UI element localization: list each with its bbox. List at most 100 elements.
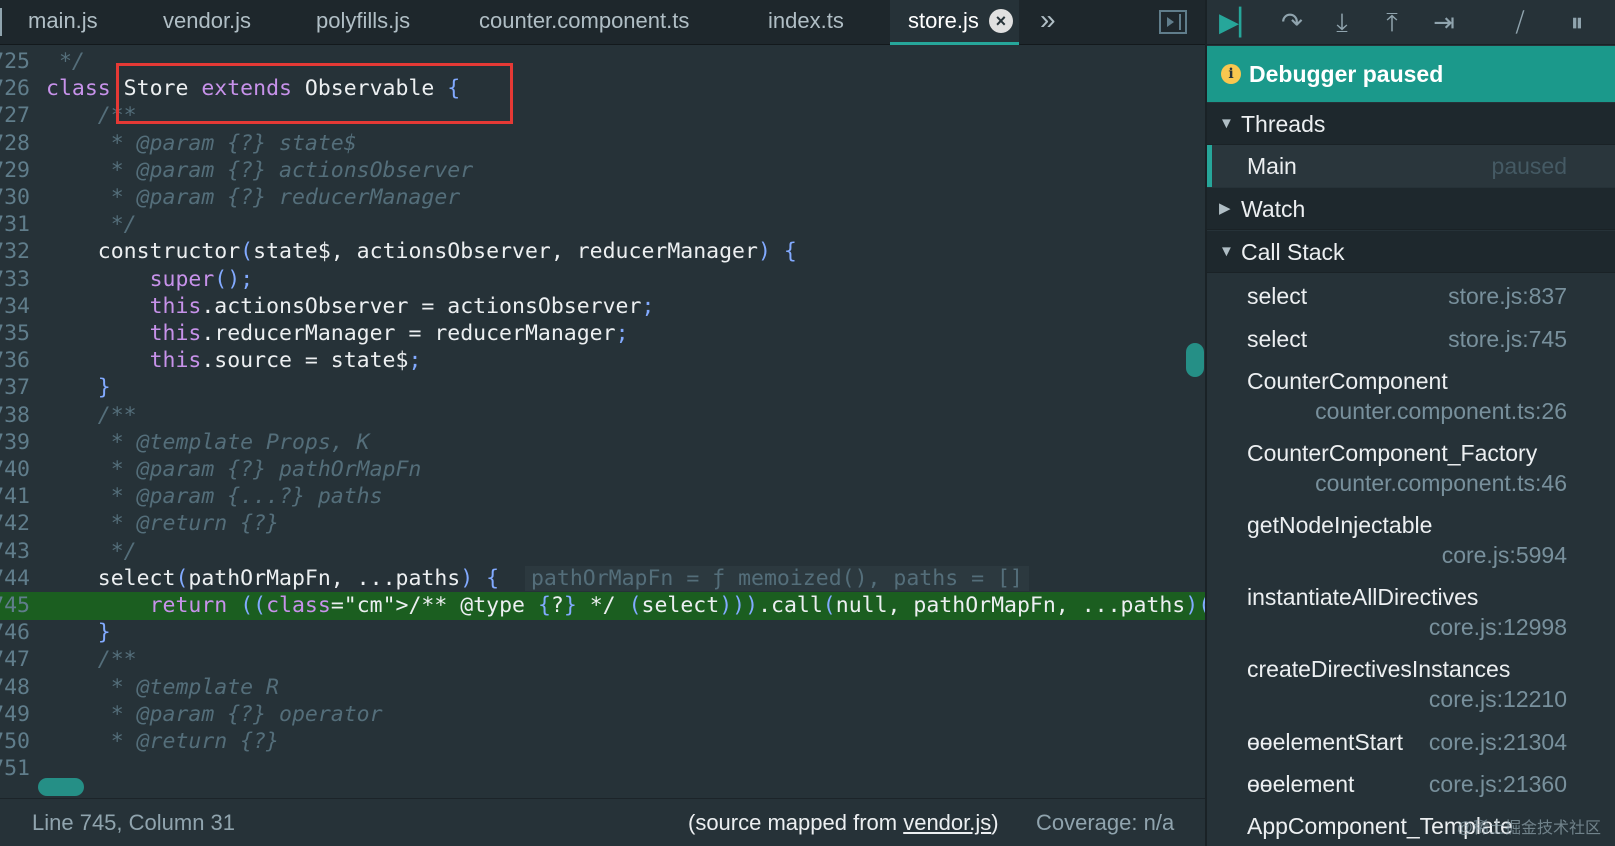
call-frame[interactable]: getNodeInjectable core.js:5994	[1207, 510, 1615, 570]
code-editor[interactable]: 725 */726class Store extends Observable …	[0, 46, 1205, 798]
code-line[interactable]: 739 * @template Props, K	[0, 429, 1205, 457]
call-frame[interactable]: CounterComponent_Factory counter.compone…	[1207, 438, 1615, 498]
watermark: @稀土掘金技术社区	[1456, 820, 1601, 837]
line-number[interactable]: 729	[0, 157, 30, 185]
code-line[interactable]: 741 * @param {...?} paths	[0, 483, 1205, 511]
call-frame[interactable]: instantiateAllDirectives core.js:12998	[1207, 582, 1615, 642]
line-number[interactable]: 749	[0, 701, 30, 729]
vertical-scrollbar-thumb[interactable]	[1186, 343, 1204, 377]
code-line[interactable]: 729 * @param {?} actionsObserver	[0, 157, 1205, 185]
line-number[interactable]: 731	[0, 211, 30, 239]
line-number[interactable]: 744	[0, 565, 30, 593]
code-line[interactable]: 730 * @param {?} reducerManager	[0, 184, 1205, 212]
call-frame[interactable]: createDirectivesInstances core.js:12210	[1207, 654, 1615, 714]
thread-main[interactable]: Main paused	[1207, 145, 1615, 187]
line-number[interactable]: 730	[0, 184, 30, 212]
line-number[interactable]: 736	[0, 347, 30, 375]
code-line[interactable]: 749 * @param {?} operator	[0, 701, 1205, 729]
call-frame[interactable]: ɵɵelementStart core.js:21304	[1207, 727, 1615, 757]
code-text: this.reducerManager = reducerManager;	[149, 321, 629, 346]
code-text: */	[46, 49, 85, 74]
code-line[interactable]: 744 select(pathOrMapFn, ...paths) { path…	[0, 565, 1205, 593]
tab-counter-component-ts[interactable]: counter.component.ts	[479, 0, 689, 45]
line-number[interactable]: 726	[0, 75, 30, 103]
line-number[interactable]: 732	[0, 238, 30, 266]
frame-location: counter.component.ts:26	[1315, 398, 1567, 424]
line-number[interactable]: 750	[0, 728, 30, 756]
toggle-sidebar-icon[interactable]	[1159, 10, 1187, 34]
code-line[interactable]: 740 * @param {?} pathOrMapFn	[0, 456, 1205, 484]
line-number[interactable]: 727	[0, 102, 30, 130]
line-number[interactable]: 734	[0, 293, 30, 321]
collapsed-arrow-icon: ▶	[1219, 200, 1231, 217]
code-text: * @param {?} operator	[46, 701, 383, 727]
code-line[interactable]: 746 }	[0, 619, 1205, 647]
line-number[interactable]: 745	[0, 592, 30, 620]
step-over-icon[interactable]: ↷	[1275, 6, 1309, 38]
line-number[interactable]: 738	[0, 402, 30, 430]
line-number[interactable]: 743	[0, 538, 30, 566]
close-icon[interactable]: ×	[988, 9, 1013, 33]
code-line[interactable]: 732 constructor(state$, actionsObserver,…	[0, 238, 1205, 266]
code-text: this.actionsObserver = actionsObserver;	[149, 293, 655, 319]
line-number[interactable]: 728	[0, 130, 30, 158]
horizontal-scrollbar-thumb[interactable]	[38, 778, 84, 796]
line-number[interactable]: 725	[0, 48, 30, 76]
step-in-icon[interactable]: ⤓	[1325, 6, 1359, 38]
call-frame[interactable]: select store.js:745	[1207, 324, 1615, 354]
expanded-arrow-icon: ▼	[1219, 243, 1234, 260]
code-line[interactable]: 735 this.reducerManager = reducerManager…	[0, 320, 1205, 348]
watch-header[interactable]: ▶ Watch	[1207, 188, 1615, 230]
line-number[interactable]: 741	[0, 483, 30, 511]
code-line[interactable]: 748 * @template R	[0, 674, 1205, 702]
call-frame[interactable]: ɵɵelement core.js:21360	[1207, 769, 1615, 799]
line-number[interactable]: 740	[0, 456, 30, 484]
deactivate-breakpoints-icon[interactable]: ⧸	[1503, 6, 1537, 38]
code-text: * @return {?}	[46, 729, 279, 754]
threads-header[interactable]: ▼ Threads	[1207, 103, 1615, 145]
code-line[interactable]: 742 * @return {?}	[0, 510, 1205, 538]
step-icon[interactable]: ⇥	[1427, 6, 1461, 38]
more-tabs-icon[interactable]: »	[1040, 0, 1056, 45]
debugger-sidebar: ▶▏ ↷ ⤓ ⤒ ⇥ ⧸ ⏸ i Debugger paused ▼ Threa…	[1207, 0, 1615, 846]
line-number[interactable]: 748	[0, 674, 30, 702]
line-number[interactable]: 739	[0, 429, 30, 457]
line-number[interactable]: 742	[0, 510, 30, 538]
call-frame[interactable]: select store.js:837	[1207, 281, 1615, 311]
frame-location: counter.component.ts:46	[1315, 470, 1567, 496]
line-number[interactable]: 733	[0, 266, 30, 294]
source-map-link[interactable]: vendor.js	[903, 810, 991, 835]
line-number[interactable]: 751	[0, 755, 30, 783]
code-line[interactable]: 733 super();	[0, 266, 1205, 294]
code-line[interactable]: 738 /**	[0, 402, 1205, 430]
frame-location: core.js:12998	[1428, 614, 1567, 640]
tab-vendor-js[interactable]: vendor.js	[163, 0, 251, 45]
callstack-header[interactable]: ▼ Call Stack	[1207, 231, 1615, 273]
step-out-icon[interactable]: ⤒	[1375, 6, 1409, 38]
code-line[interactable]: 728 * @param {?} state$	[0, 130, 1205, 158]
line-number[interactable]: 735	[0, 320, 30, 348]
resume-icon[interactable]: ▶▏	[1219, 6, 1259, 38]
line-number[interactable]: 747	[0, 646, 30, 674]
code-line[interactable]: 751	[0, 755, 1205, 783]
code-line[interactable]: 736 this.source = state$;	[0, 347, 1205, 375]
call-frame[interactable]: CounterComponent counter.component.ts:26	[1207, 366, 1615, 426]
code-text: * @return {?}	[46, 511, 279, 537]
paused-code-line[interactable]: 745 return ((class="cm">/** @type {?} */…	[0, 592, 1205, 620]
code-line[interactable]: 731 */	[0, 211, 1205, 239]
line-number[interactable]: 737	[0, 374, 30, 402]
code-line[interactable]: 743 */	[0, 538, 1205, 566]
source-map-info: (source mapped from vendor.js)	[688, 799, 999, 846]
tab-index-ts[interactable]: index.ts	[768, 0, 844, 45]
code-text: super();	[149, 266, 254, 292]
code-line[interactable]: 750 * @return {?}	[0, 728, 1205, 756]
code-line[interactable]: 747 /**	[0, 646, 1205, 674]
line-number[interactable]: 746	[0, 619, 30, 647]
tab-main-js[interactable]: main.js	[28, 0, 98, 45]
code-line[interactable]: 734 this.actionsObserver = actionsObserv…	[0, 293, 1205, 321]
code-line[interactable]: 737 }	[0, 374, 1205, 402]
tab-store-js[interactable]: store.js ×	[890, 0, 1019, 45]
cursor-position[interactable]: Line 745, Column 31	[32, 799, 235, 846]
tab-polyfills-js[interactable]: polyfills.js	[316, 0, 410, 45]
pause-exceptions-icon[interactable]: ⏸	[1560, 6, 1594, 38]
